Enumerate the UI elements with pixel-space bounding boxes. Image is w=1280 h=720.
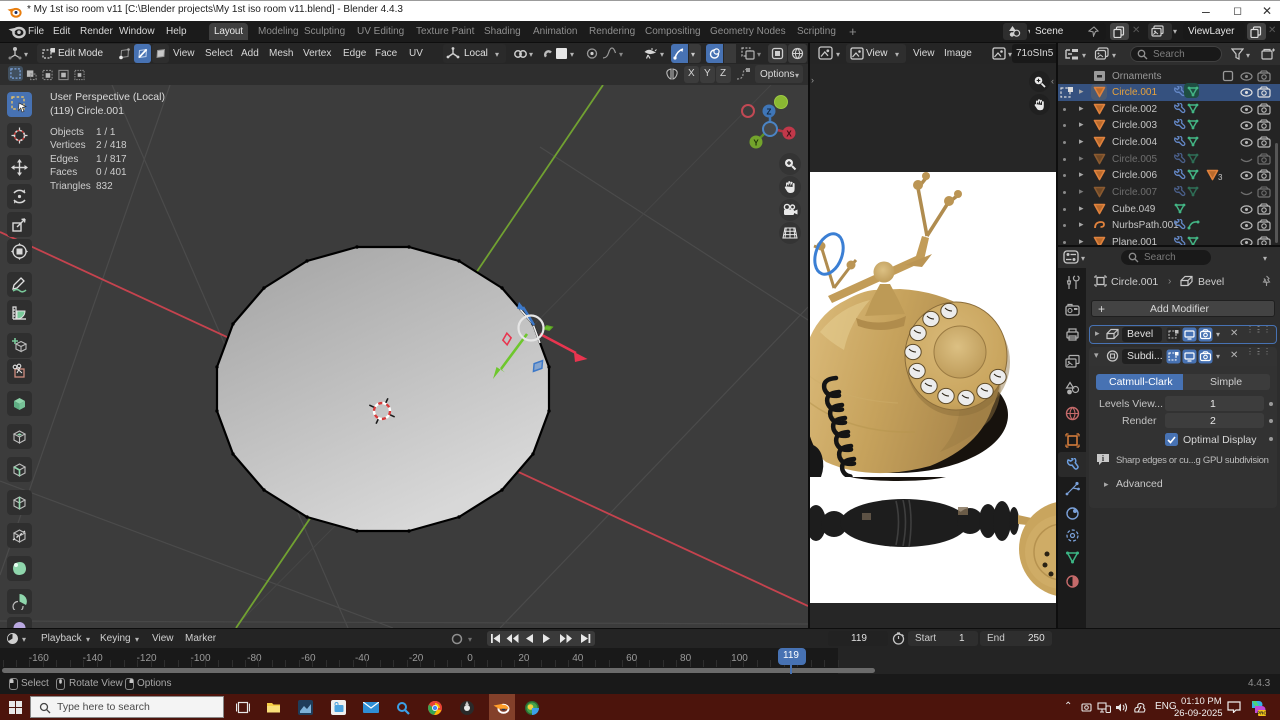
svg-text:PRO: PRO xyxy=(1257,711,1266,716)
svg-text:Y: Y xyxy=(753,139,759,148)
svg-text:X: X xyxy=(786,130,792,139)
svg-text:Z: Z xyxy=(767,108,772,117)
